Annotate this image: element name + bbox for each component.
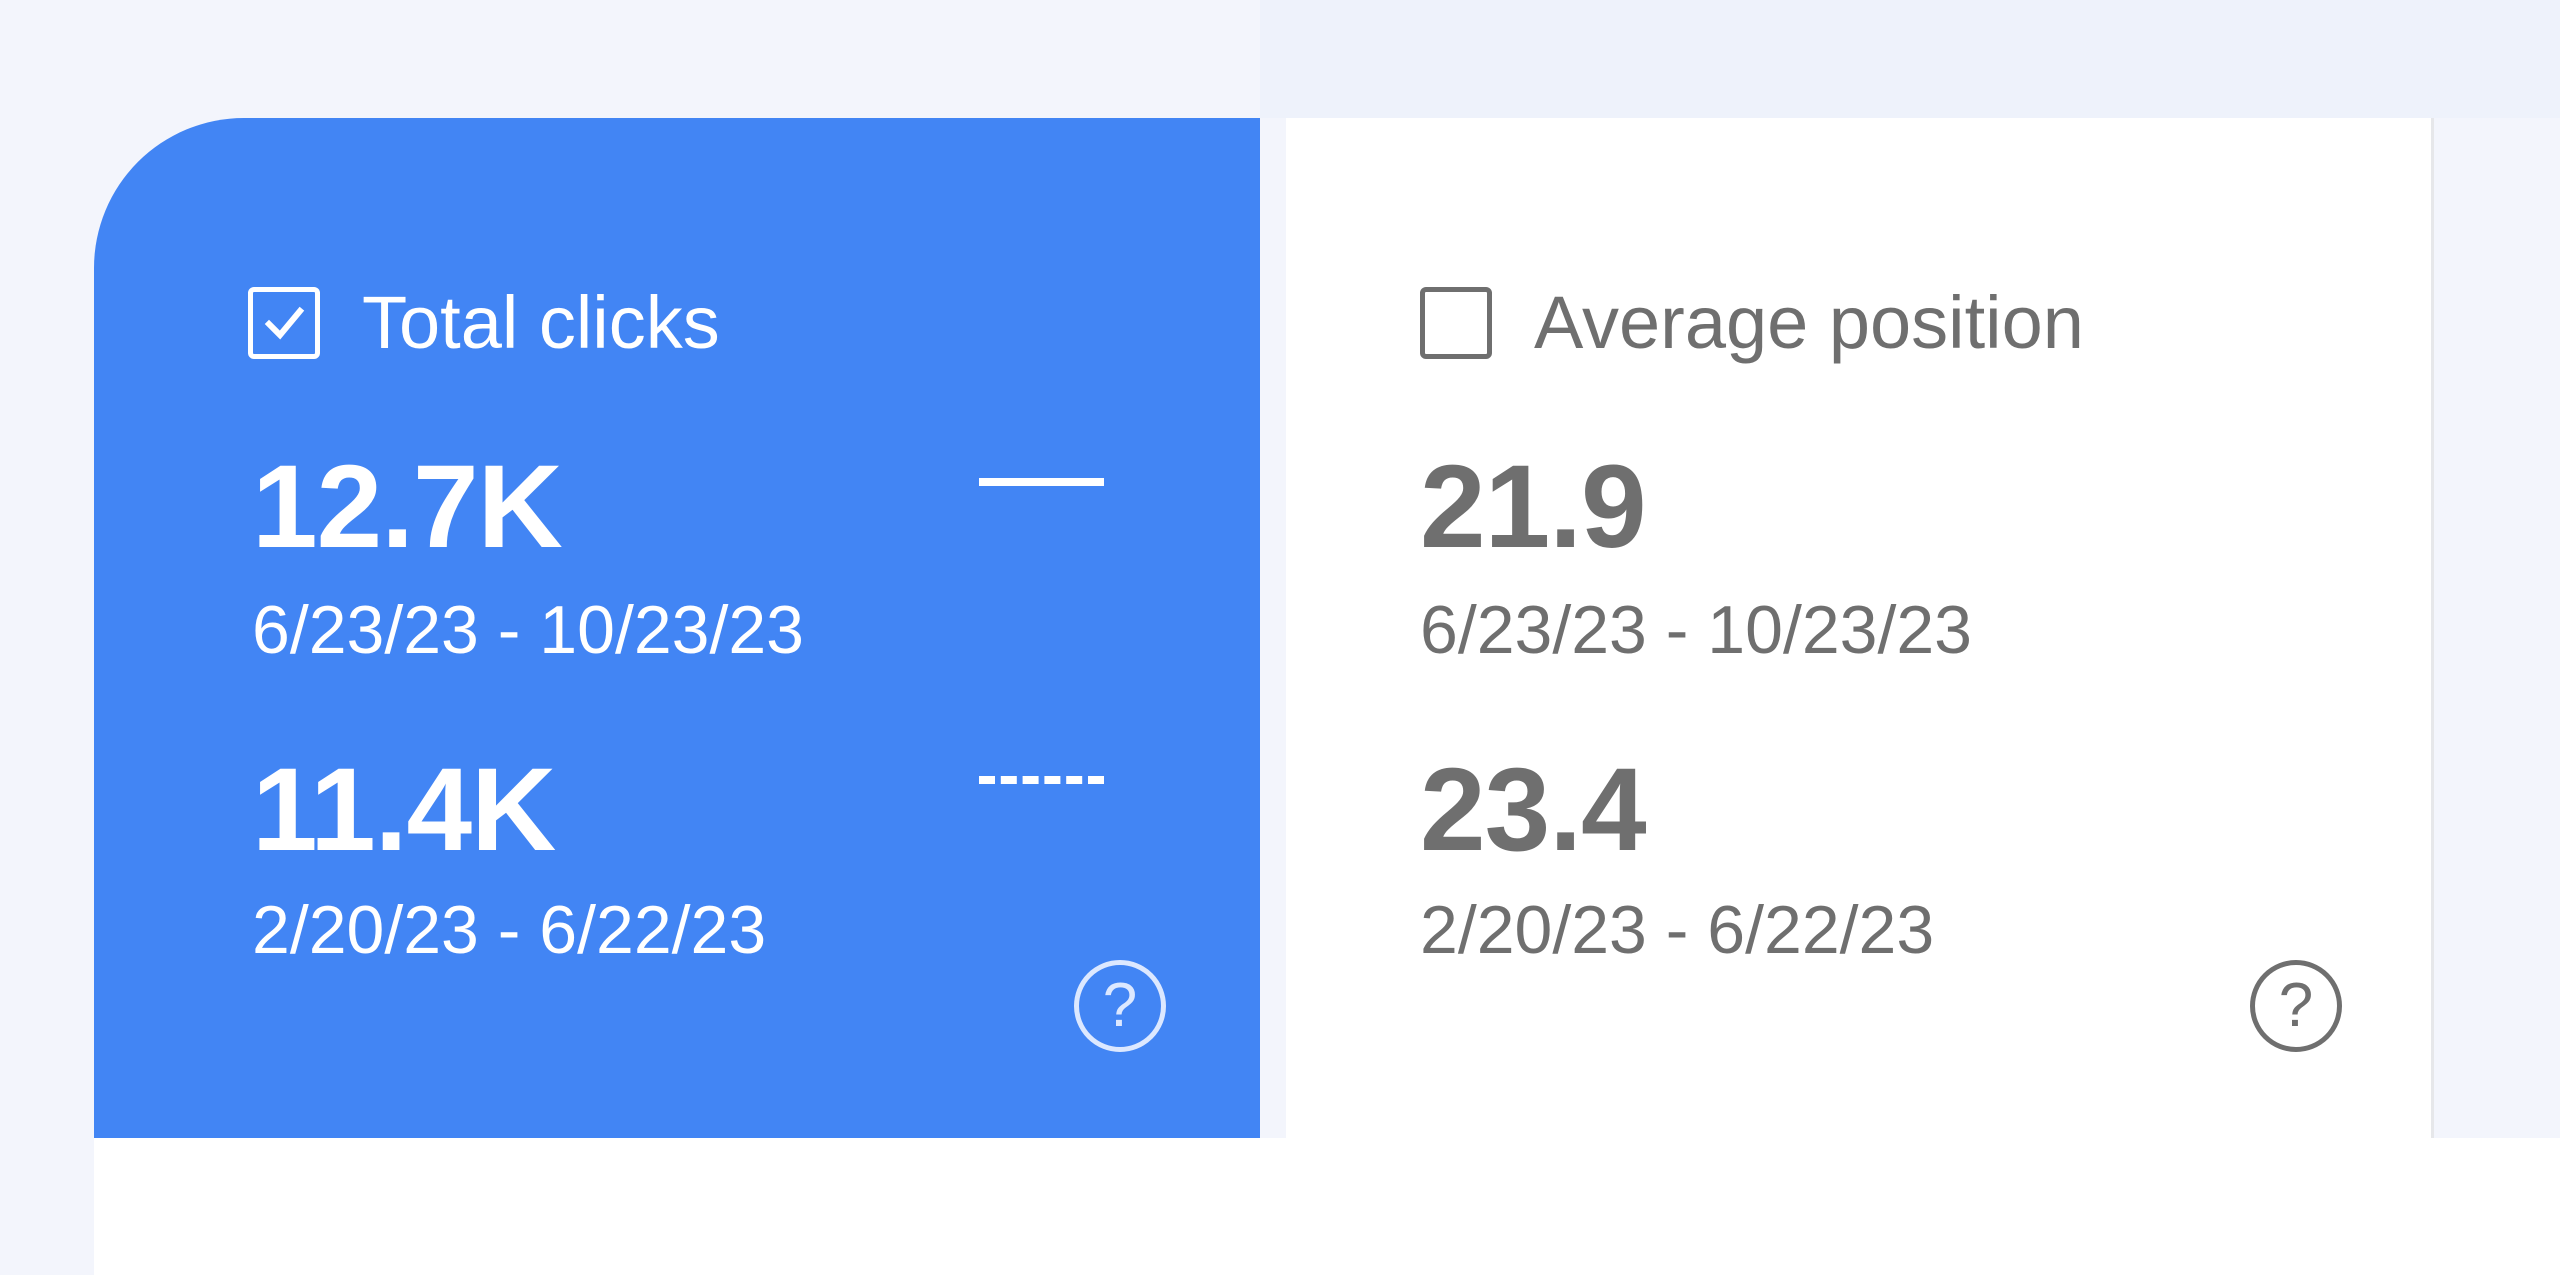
average-position-card[interactable]: Average position 21.9 6/23/23 - 10/23/23… [1286, 118, 2434, 1144]
total-clicks-previous-range: 2/20/23 - 6/22/23 [252, 892, 767, 968]
average-position-current-value: 21.9 [1420, 441, 1647, 573]
average-position-label: Average position [1534, 281, 2084, 364]
total-clicks-current-range: 6/23/23 - 10/23/23 [252, 592, 805, 668]
previous-period-dashed-line-legend [979, 776, 1104, 784]
average-position-checkbox[interactable] [1420, 287, 1492, 359]
average-position-current-range: 6/23/23 - 10/23/23 [1420, 592, 1973, 668]
top-strip [1260, 0, 2560, 118]
total-clicks-checkbox[interactable] [248, 287, 320, 359]
total-clicks-current-value: 12.7K [252, 441, 563, 573]
total-clicks-card[interactable]: Total clicks 12.7K 6/23/23 - 10/23/23 11… [94, 118, 1260, 1138]
total-clicks-previous-value: 11.4K [252, 744, 556, 876]
average-position-header[interactable]: Average position [1420, 286, 2084, 360]
total-clicks-header[interactable]: Total clicks [248, 286, 720, 360]
total-clicks-help-icon[interactable]: ? [1074, 960, 1166, 1052]
total-clicks-label: Total clicks [362, 281, 720, 364]
average-position-previous-value: 23.4 [1420, 744, 1647, 876]
lower-panel [94, 1138, 2560, 1275]
average-position-previous-range: 2/20/23 - 6/22/23 [1420, 892, 1935, 968]
current-period-line-legend [979, 478, 1104, 486]
check-icon [264, 306, 305, 340]
average-position-help-icon[interactable]: ? [2250, 960, 2342, 1052]
